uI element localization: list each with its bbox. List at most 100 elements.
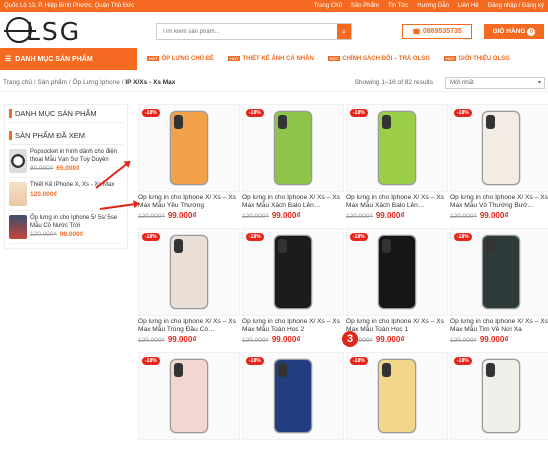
cart-button[interactable]: GIỎ HÀNG 0 [484,24,544,39]
breadcrumb-products[interactable]: Sản phẩm [37,79,67,86]
product-card[interactable]: -18% [138,352,240,472]
product-old-price: 120.000₫ [138,213,165,220]
phone-case-image [378,359,416,433]
discount-badge: -18% [350,233,368,241]
phone-case-image [274,111,312,185]
nav-item-return-policy[interactable]: HOT CHÍNH SÁCH ĐỔI – TRẢ OLSG [327,56,430,62]
phone-case-image [170,359,208,433]
product-title[interactable]: Ốp lưng in cho Iphone X/ Xs – Xs Max Mẫu… [346,318,448,334]
product-image[interactable]: -18% [346,352,448,440]
viewed-thumbnail[interactable] [9,149,27,173]
product-old-price: 120.000₫ [242,213,269,220]
product-image[interactable]: -18% [242,104,344,192]
product-price: 99.000₫ [271,335,301,344]
viewed-thumbnail[interactable] [9,215,27,239]
product-image[interactable]: -18% [346,104,448,192]
product-price-row [138,459,240,468]
product-image[interactable]: -18% [450,352,548,440]
product-price: 99.000₫ [167,211,197,220]
breadcrumb-iphone[interactable]: Ốp Lưng Iphone [73,79,120,86]
product-price-row: 120.000₫ 99.000₫ [450,335,548,344]
viewed-item-name[interactable]: Popsocket in hình dành cho điện thoại Mẫ… [30,149,123,164]
product-image[interactable]: -18% [450,104,548,192]
product-card[interactable]: -18% [242,352,344,472]
viewed-item-name[interactable]: Ốp lưng in cho Iphone 5/ 5s/ 5se Mẫu Cỏ … [30,215,123,230]
category-menu-label: DANH MỤC SẢN PHẨM [15,55,93,63]
product-price: 99.000₫ [375,211,405,220]
phone-icon: ☎ [412,28,421,36]
top-link-news[interactable]: Tin Tức [388,3,408,9]
top-link-products[interactable]: Sản Phẩm [351,3,379,9]
nav-item-themes[interactable]: HOT ỐP LƯNG CHỦ ĐỀ [147,56,214,62]
product-image[interactable]: -18% [450,228,548,316]
camera-icon [278,115,287,129]
product-title[interactable]: Ốp lưng in cho Iphone X/ Xs – Xs Max Mẫu… [346,194,448,210]
product-title[interactable] [138,442,240,458]
product-card[interactable]: -18% Ốp lưng in cho Iphone X/ Xs – Xs Max… [242,228,344,348]
cart-label: GIỎ HÀNG [492,28,526,35]
product-image[interactable]: -18% [138,352,240,440]
accent-bar [9,109,12,118]
camera-icon [278,363,287,377]
product-price-row: 120.000₫ 99.000₫ [138,335,240,344]
product-old-price: 120.000₫ [450,213,477,220]
viewed-old-price: 80.000₫ [30,165,54,172]
product-image[interactable]: -18% [346,228,448,316]
product-image[interactable]: -18% [242,352,344,440]
product-title[interactable]: Ốp lưng in cho Iphone X/ Xs – Xs Max Mẫu… [242,318,344,334]
viewed-item[interactable]: Ốp lưng in cho Iphone 5/ 5s/ 5se Mẫu Cỏ … [9,211,123,244]
sort-select[interactable]: Mới nhất ▾ [445,76,545,89]
product-title[interactable]: Ốp lưng in cho Iphone X/ Xs – Xs Max Mẫu… [138,318,240,334]
camera-icon [382,239,391,253]
product-title[interactable] [450,442,548,458]
breadcrumb-current: IP X/Xs - Xs Max [125,79,176,86]
viewed-thumbnail[interactable] [9,182,27,206]
product-old-price: 120.000₫ [242,337,269,344]
breadcrumb-home[interactable]: Trang chủ [3,79,32,86]
top-link-login[interactable]: Đăng nhập / Đăng ký [488,3,544,9]
chevron-down-icon: ▾ [537,80,541,86]
product-image[interactable]: -18% [138,104,240,192]
product-image[interactable]: -18% [138,228,240,316]
product-card[interactable]: -18% Ốp lưng in cho Iphone X/ Xs – Xs Max… [138,104,240,224]
search-icon[interactable]: ⌕ [337,24,351,39]
product-card[interactable]: -18% Ốp lưng in cho Iphone X/ Xs – Xs Max… [138,228,240,348]
product-card[interactable]: -18% Ốp lưng in cho Iphone X/ Xs – Xs Max… [346,228,448,348]
sidebar-category-header[interactable]: DANH MỤC SẢN PHẨM [9,109,123,123]
search-input[interactable] [157,24,337,39]
logo-text: LSG [26,17,82,46]
product-title[interactable]: Ốp lưng in cho Iphone X/ Xs – Xs Max Mẫu… [242,194,344,210]
product-title[interactable]: Ốp lưng in cho Iphone X/ Xs – Xs Max Mẫu… [450,194,548,210]
product-card[interactable]: -18% [450,352,548,472]
product-title[interactable] [346,442,448,458]
product-card[interactable]: -18% Ốp lưng in cho Iphone X/ Xs – Xs Max… [450,228,548,348]
product-price-row: 120.000₫ 99.000₫ [242,211,344,220]
product-title[interactable] [242,442,344,458]
product-card[interactable]: -18% [346,352,448,472]
nav-item-about[interactable]: HOT GIỚI THIỆU OLSG [443,56,510,62]
top-link-contact[interactable]: Liên Hệ [458,3,479,9]
discount-badge: -18% [142,233,160,241]
viewed-item[interactable]: Popsocket in hình dành cho điện thoại Mẫ… [9,145,123,178]
phone-case-image [378,111,416,185]
nav-item-custom-design[interactable]: HOT THIẾT KẾ ẢNH CÁ NHÂN [228,56,314,62]
phone-button[interactable]: ☎ 0889535735 [402,24,472,39]
product-card[interactable]: -18% Ốp lưng in cho Iphone X/ Xs – Xs Max… [450,104,548,224]
phone-case-image [274,359,312,433]
product-price-row [242,459,344,468]
product-title[interactable]: Ốp lưng in cho Iphone X/ Xs – Xs Max Mẫu… [138,194,240,210]
product-price-row [346,459,448,468]
search-box: ⌕ [156,23,352,40]
product-card[interactable]: -18% Ốp lưng in cho Iphone X/ Xs – Xs Max… [242,104,344,224]
category-menu-button[interactable]: ☰ DANH MỤC SẢN PHẨM [0,48,137,70]
product-image[interactable]: -18% [242,228,344,316]
sort-value: Mới nhất [450,79,474,86]
logo[interactable]: LSG [4,13,134,47]
top-link-guide[interactable]: Hướng Dẫn [417,3,449,9]
sidebar-viewed-header: SẢN PHẨM ĐÃ XEM [9,131,123,145]
product-card[interactable]: -18% Ốp lưng in cho Iphone X/ Xs – Xs Max… [346,104,448,224]
top-link-home[interactable]: Trang Chủ [314,3,342,9]
product-price-row [450,459,548,468]
product-price: 99.000₫ [479,211,509,220]
product-title[interactable]: Ốp lưng in cho Iphone X/ Xs – Xs Max Mẫu… [450,318,548,334]
